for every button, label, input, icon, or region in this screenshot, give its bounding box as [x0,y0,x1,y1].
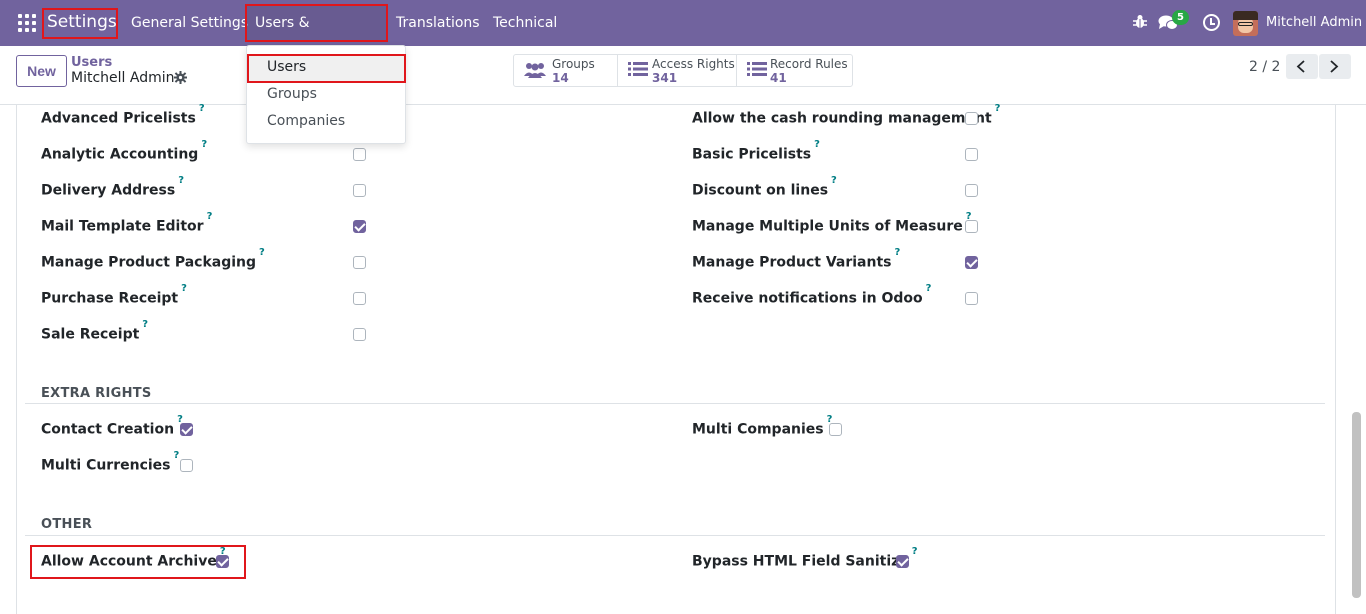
help-tooltip-icon[interactable]: ? [201,139,207,150]
help-tooltip-icon[interactable]: ? [814,139,820,150]
gear-icon[interactable] [174,71,187,84]
field-cash-rounding: Allow the cash rounding management? [692,103,1001,127]
help-tooltip-icon[interactable]: ? [207,211,213,222]
field-bypass-html-sanitize: Bypass HTML Field Sanitize? [692,546,918,570]
help-tooltip-icon[interactable]: ? [181,283,187,294]
pager-value[interactable]: 2 / 2 [1249,59,1280,75]
record-rules-stat-button[interactable]: Record Rules 41 [737,55,852,86]
checkbox-basic-pricelists[interactable] [965,148,978,161]
section-title-extra-rights: EXTRA RIGHTS [41,386,152,401]
apps-grid-icon[interactable] [18,14,36,32]
checkbox-notifications-odoo[interactable] [965,292,978,305]
checkbox-allow-account-archive[interactable] [216,555,229,568]
field-basic-pricelists: Basic Pricelists? [692,139,820,163]
field-notifications-odoo: Receive notifications in Odoo? [692,283,932,307]
checkbox-delivery-address[interactable] [353,184,366,197]
field-allow-account-archive: Allow Account Archive? [41,546,226,570]
access-rights-stat-button[interactable]: Access Rights 341 [618,55,737,86]
checkbox-multiple-uom[interactable] [965,220,978,233]
control-panel: New Users Mitchell Admin Groups 14 Acces… [0,46,1366,105]
groups-stat-value: 14 [552,71,569,85]
checkbox-contact-creation[interactable] [180,423,193,436]
activity-clock-icon[interactable] [1203,14,1220,31]
checkbox-multi-companies[interactable] [829,423,842,436]
checkbox-mail-template-editor[interactable] [353,220,366,233]
users-group-icon [524,63,546,78]
field-advanced-pricelists: Advanced Pricelists? [41,103,205,127]
field-multi-currencies: Multi Currencies? [41,450,180,474]
field-delivery-address: Delivery Address? [41,175,184,199]
dropdown-item-companies[interactable]: Companies [267,113,345,129]
field-sale-receipt: Sale Receipt? [41,319,149,343]
breadcrumb-current: Mitchell Admin [71,70,175,86]
checkbox-discount-on-lines[interactable] [965,184,978,197]
groups-stat-label: Groups [552,57,595,71]
field-analytic-accounting: Analytic Accounting? [41,139,208,163]
dropdown-item-users[interactable]: Users [267,59,306,75]
checkbox-cash-rounding[interactable] [965,112,978,125]
section-divider [25,403,1325,404]
new-button[interactable]: New [16,55,67,87]
pager-previous-button[interactable] [1286,54,1318,79]
breadcrumb-users[interactable]: Users [71,55,112,70]
menu-general-settings[interactable]: General Settings [131,0,248,46]
checkbox-purchase-receipt[interactable] [353,292,366,305]
section-divider [25,535,1325,536]
checkbox-product-variants[interactable] [965,256,978,269]
help-tooltip-icon[interactable]: ? [174,450,180,461]
help-tooltip-icon[interactable]: ? [142,319,148,330]
menu-translations[interactable]: Translations [396,0,480,46]
list-icon [628,62,648,76]
pager-next-button[interactable] [1319,54,1351,79]
field-mail-template-editor: Mail Template Editor? [41,211,213,235]
field-purchase-receipt: Purchase Receipt? [41,283,187,307]
field-product-variants: Manage Product Variants? [692,247,901,271]
menu-technical[interactable]: Technical [493,0,557,46]
help-tooltip-icon[interactable]: ? [831,175,837,186]
field-discount-on-lines: Discount on lines? [692,175,837,199]
help-tooltip-icon[interactable]: ? [259,247,265,258]
field-contact-creation: Contact Creation? [41,414,183,438]
app-brand[interactable]: Settings [42,8,118,39]
help-tooltip-icon[interactable]: ? [995,103,1001,114]
checkbox-bypass-html-sanitize[interactable] [896,555,909,568]
smart-buttons: Groups 14 Access Rights 341 Record Rules… [513,54,853,87]
groups-stat-button[interactable]: Groups 14 [514,55,618,86]
user-menu-name[interactable]: Mitchell Admin [1266,0,1362,46]
help-tooltip-icon[interactable]: ? [199,103,205,114]
record-rules-stat-label: Record Rules [770,57,848,71]
help-tooltip-icon[interactable]: ? [912,546,918,557]
top-navbar: Settings General Settings Users & Compan… [0,0,1366,69]
chevron-left-icon [1296,60,1305,73]
checkbox-sale-receipt[interactable] [353,328,366,341]
field-multi-companies: Multi Companies? [692,414,833,438]
checkbox-analytic-accounting[interactable] [353,148,366,161]
bug-icon[interactable] [1133,14,1147,30]
field-manage-product-packaging: Manage Product Packaging? [41,247,265,271]
avatar[interactable] [1233,11,1258,36]
record-rules-stat-value: 41 [770,71,787,85]
chevron-right-icon [1330,60,1339,73]
dropdown-item-groups[interactable]: Groups [267,86,317,102]
section-title-other: OTHER [41,517,93,532]
form-sheet [16,105,1336,614]
field-multiple-uom: Manage Multiple Units of Measure? [692,211,972,235]
help-tooltip-icon[interactable]: ? [894,247,900,258]
list-icon [747,62,767,76]
access-rights-stat-label: Access Rights [652,57,735,71]
checkbox-multi-currencies[interactable] [180,459,193,472]
help-tooltip-icon[interactable]: ? [178,175,184,186]
menu-users-companies[interactable]: Users & Companies [245,4,388,69]
vertical-scrollbar[interactable] [1352,412,1361,598]
chat-count-badge: 5 [1172,10,1189,25]
access-rights-stat-value: 341 [652,71,678,85]
help-tooltip-icon[interactable]: ? [926,283,932,294]
checkbox-manage-product-packaging[interactable] [353,256,366,269]
